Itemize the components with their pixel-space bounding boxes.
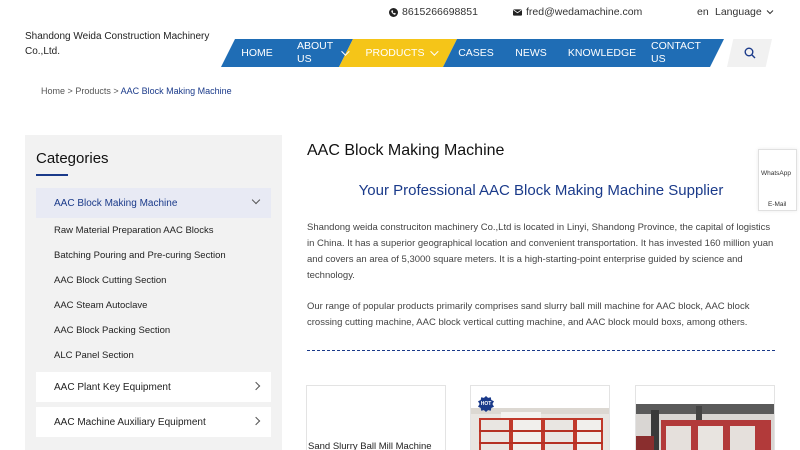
- nav-knowledge-label: KNOWLEDGE: [567, 46, 637, 59]
- email-contact[interactable]: fred@wedamachine.com: [513, 6, 642, 18]
- intro-paragraph: Shandong weida construciton machinery Co…: [307, 222, 774, 281]
- nav-products[interactable]: PRODUCTS: [361, 39, 441, 67]
- product-image: [636, 404, 774, 450]
- category-aac-block-making-machine[interactable]: AAC Block Making Machine: [36, 188, 271, 218]
- language-code-text: en: [697, 6, 709, 18]
- chevron-right-icon[interactable]: [251, 381, 261, 391]
- search-icon: [744, 47, 755, 59]
- breadcrumb-current[interactable]: AAC Block Making Machine: [121, 86, 232, 96]
- breadcrumb-products[interactable]: Products: [75, 86, 111, 96]
- breadcrumb: Home > Products > AAC Block Making Machi…: [41, 86, 232, 96]
- language-code[interactable]: en: [697, 6, 709, 18]
- category-aac-machine-auxiliary-equipment[interactable]: AAC Machine Auxiliary Equipment: [36, 407, 271, 437]
- subcategory-item[interactable]: AAC Block Packing Section: [54, 325, 170, 336]
- nav-news-label: NEWS: [515, 46, 547, 59]
- product-card[interactable]: Sand Slurry Ball Mill Machine: [306, 385, 446, 450]
- email-address: fred@wedamachine.com: [526, 6, 643, 18]
- subcategory-item[interactable]: ALC Panel Section: [54, 350, 134, 361]
- nav-contact-us[interactable]: CONTACT US: [651, 39, 707, 67]
- company-name[interactable]: Shandong Weida Construction Machinery Co…: [25, 29, 220, 59]
- product-card[interactable]: [635, 385, 775, 450]
- floating-contact-widget: WhatsApp E-Mail: [758, 149, 797, 211]
- nav-about-us[interactable]: ABOUT US: [291, 39, 353, 67]
- chevron-down-icon: [430, 47, 440, 56]
- category-label: AAC Machine Auxiliary Equipment: [54, 416, 206, 428]
- search-button[interactable]: [727, 39, 772, 67]
- chevron-down-icon: [341, 47, 350, 56]
- product-image: [471, 408, 609, 450]
- subcategory-item[interactable]: Raw Material Preparation AAC Blocks: [54, 225, 213, 236]
- nav-cases-label: CASES: [458, 46, 494, 59]
- product-card-label[interactable]: Sand Slurry Ball Mill Machine: [308, 441, 432, 450]
- sidebar-title: Categories: [36, 150, 109, 167]
- nav-about-us-label: ABOUT US: [297, 40, 333, 65]
- nav-products-label: PRODUCTS: [365, 46, 425, 59]
- phone-contact[interactable]: 8615266698851: [389, 6, 478, 18]
- chevron-right-icon[interactable]: [251, 416, 261, 426]
- nav-home-label: HOME: [241, 46, 273, 59]
- product-card[interactable]: HOT: [470, 385, 610, 450]
- breadcrumb-separator: >: [113, 86, 119, 96]
- email-link[interactable]: E-Mail: [768, 201, 786, 208]
- breadcrumb-separator: >: [67, 86, 73, 96]
- subcategory-item[interactable]: AAC Block Cutting Section: [54, 275, 166, 286]
- page-title: AAC Block Making Machine: [307, 142, 505, 159]
- envelope-icon: [513, 8, 522, 16]
- subcategory-item[interactable]: Batching Pouring and Pre-curing Section: [54, 250, 226, 261]
- subcategory-item[interactable]: AAC Steam Autoclave: [54, 300, 147, 311]
- sidebar-title-underline: [36, 174, 68, 176]
- language-selector[interactable]: Language: [715, 6, 774, 18]
- phone-icon: [389, 7, 398, 17]
- language-label: Language: [715, 6, 762, 18]
- nav-cases[interactable]: CASES: [453, 39, 499, 67]
- breadcrumb-home[interactable]: Home: [41, 86, 65, 96]
- category-label: AAC Block Making Machine: [54, 197, 178, 209]
- nav-knowledge[interactable]: KNOWLEDGE: [565, 39, 639, 67]
- chevron-down-icon: [766, 10, 774, 15]
- section-divider: [307, 350, 775, 351]
- products-paragraph: Our range of popular products primarily …: [307, 301, 750, 328]
- nav-contact-us-label: CONTACT US: [651, 40, 701, 65]
- category-label: AAC Plant Key Equipment: [54, 381, 171, 393]
- category-aac-plant-key-equipment[interactable]: AAC Plant Key Equipment: [36, 372, 271, 402]
- page-subtitle: Your Professional AAC Block Making Machi…: [358, 182, 724, 199]
- top-bar: 8615266698851 fred@wedamachine.com en La…: [0, 6, 800, 22]
- nav-home[interactable]: HOME: [229, 39, 285, 67]
- nav-news[interactable]: NEWS: [509, 39, 553, 67]
- phone-number: 8615266698851: [402, 6, 478, 18]
- chevron-down-icon[interactable]: [251, 195, 261, 205]
- whatsapp-link[interactable]: WhatsApp: [761, 170, 791, 177]
- categories-sidebar: Categories AAC Block Making Machine Raw …: [25, 135, 282, 450]
